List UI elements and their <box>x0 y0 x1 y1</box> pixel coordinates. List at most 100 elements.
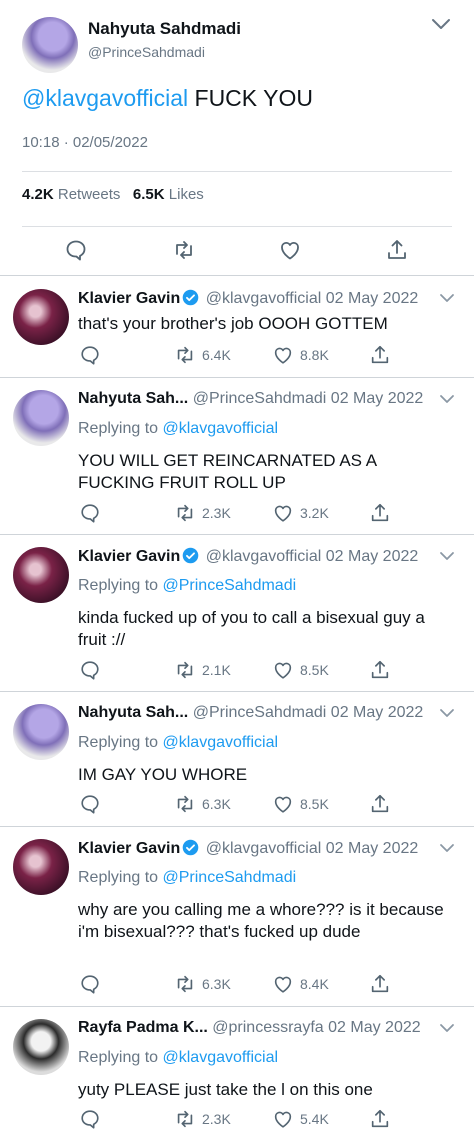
share-icon[interactable] <box>369 1108 391 1130</box>
avatar[interactable] <box>13 547 69 603</box>
like-icon[interactable] <box>272 344 294 366</box>
avatar[interactable] <box>13 839 69 895</box>
replying-to-link[interactable]: @PrinceSahdmadi <box>163 869 297 886</box>
author-handle[interactable]: @PrinceSahdmadi <box>88 44 205 60</box>
retweet-icon[interactable] <box>174 344 196 366</box>
tweet-stats: 4.2K Retweets 6.5K Likes <box>22 186 204 203</box>
author-handle[interactable]: @klavgavofficial <box>206 290 322 307</box>
retweet-count: 6.4K <box>202 347 231 363</box>
share-icon[interactable] <box>369 659 391 681</box>
like-icon[interactable] <box>272 1108 294 1130</box>
reply-icon[interactable] <box>79 973 101 995</box>
reply-actions: 2.1K 8.5K <box>0 659 474 683</box>
author-handle[interactable]: @princessrayfa <box>212 1019 323 1036</box>
share-icon[interactable] <box>385 238 409 262</box>
chevron-down-icon[interactable] <box>438 291 456 305</box>
reply-icon[interactable] <box>79 659 101 681</box>
replying-to-link[interactable]: @PrinceSahdmadi <box>163 577 297 594</box>
author-handle[interactable]: @klavgavofficial <box>206 840 322 857</box>
reply-date[interactable]: 02 May 2022 <box>326 548 419 565</box>
reply-header: Nahyuta Sah... @PrinceSahdmadi 02 May 20… <box>78 704 423 722</box>
like-icon[interactable] <box>272 659 294 681</box>
author-handle[interactable]: @PrinceSahdmadi <box>193 704 327 721</box>
like-count: 3.2K <box>300 505 329 521</box>
share-icon[interactable] <box>369 502 391 524</box>
share-icon[interactable] <box>369 793 391 815</box>
chevron-down-icon[interactable] <box>438 1021 456 1035</box>
reply-header: Klavier Gavin @klavgavofficial 02 May 20… <box>78 547 418 566</box>
reply-tweet[interactable]: Nahyuta Sah... @PrinceSahdmadi 02 May 20… <box>0 692 474 826</box>
retweet-icon[interactable] <box>174 973 196 995</box>
retweet-icon[interactable] <box>174 1108 196 1130</box>
like-icon[interactable] <box>278 238 302 262</box>
like-count: 5.4K <box>300 1111 329 1127</box>
replying-to-link[interactable]: @klavgavofficial <box>163 1049 279 1066</box>
avatar[interactable] <box>13 704 69 760</box>
author-handle[interactable]: @PrinceSahdmadi <box>193 390 327 407</box>
author-name[interactable]: Nahyuta Sah... <box>78 390 188 407</box>
likes-stat[interactable]: 6.5K Likes <box>133 186 204 203</box>
retweet-icon[interactable] <box>172 238 196 262</box>
reply-icon[interactable] <box>79 344 101 366</box>
chevron-down-icon[interactable] <box>438 392 456 406</box>
like-count: 8.5K <box>300 662 329 678</box>
like-icon[interactable] <box>272 502 294 524</box>
share-icon[interactable] <box>369 344 391 366</box>
reply-date[interactable]: 02 May 2022 <box>328 1019 421 1036</box>
tweet-timestamp[interactable]: 10:18 · 02/05/2022 <box>22 134 148 151</box>
reply-text: yuty PLEASE just take the l on this one <box>78 1080 373 1099</box>
reply-date[interactable]: 02 May 2022 <box>326 840 419 857</box>
chevron-down-icon[interactable] <box>438 841 456 855</box>
chevron-down-icon[interactable] <box>428 14 454 34</box>
replying-to-link[interactable]: @klavgavofficial <box>163 420 279 437</box>
author-name[interactable]: Klavier Gavin <box>78 548 180 565</box>
reply-tweet[interactable]: Klavier Gavin @klavgavofficial 02 May 20… <box>0 277 474 377</box>
verified-badge-icon <box>182 547 199 564</box>
avatar[interactable] <box>13 1019 69 1075</box>
reply-text: that's your brother's job OOOH GOTTEM <box>78 314 388 333</box>
like-count: 8.5K <box>300 796 329 812</box>
retweet-icon[interactable] <box>174 659 196 681</box>
reply-actions: 6.3K 8.4K <box>0 973 474 997</box>
like-icon[interactable] <box>272 973 294 995</box>
reply-tweet[interactable]: Rayfa Padma K... @princessrayfa 02 May 2… <box>0 1007 474 1143</box>
retweets-stat[interactable]: 4.2K Retweets <box>22 186 120 203</box>
replying-to: Replying to @klavgavofficial <box>78 1049 279 1066</box>
reply-icon[interactable] <box>79 502 101 524</box>
author-handle[interactable]: @klavgavofficial <box>206 548 322 565</box>
retweet-count: 6.3K <box>202 796 231 812</box>
mention-link[interactable]: @klavgavofficial <box>22 85 188 111</box>
like-count: 8.4K <box>300 976 329 992</box>
reply-icon[interactable] <box>64 238 88 262</box>
reply-tweet[interactable]: Klavier Gavin @klavgavofficial 02 May 20… <box>0 827 474 1006</box>
retweet-icon[interactable] <box>174 502 196 524</box>
author-name[interactable]: Nahyuta Sah... <box>78 704 188 721</box>
reply-tweet[interactable]: Klavier Gavin @klavgavofficial 02 May 20… <box>0 535 474 691</box>
verified-badge-icon <box>182 289 199 306</box>
reply-date[interactable]: 02 May 2022 <box>326 290 419 307</box>
chevron-down-icon[interactable] <box>438 706 456 720</box>
avatar[interactable] <box>22 17 78 73</box>
reply-icon[interactable] <box>79 793 101 815</box>
retweet-count: 2.3K <box>202 505 231 521</box>
author-name[interactable]: Rayfa Padma K... <box>78 1019 208 1036</box>
chevron-down-icon[interactable] <box>438 549 456 563</box>
avatar[interactable] <box>13 289 69 345</box>
reply-date[interactable]: 02 May 2022 <box>331 390 424 407</box>
reply-date[interactable]: 02 May 2022 <box>331 704 424 721</box>
main-tweet: Nahyuta Sahdmadi @PrinceSahdmadi @klavga… <box>0 0 474 275</box>
divider <box>0 275 474 276</box>
avatar[interactable] <box>13 390 69 446</box>
replying-to-link[interactable]: @klavgavofficial <box>163 734 279 751</box>
author-name[interactable]: Klavier Gavin <box>78 840 180 857</box>
like-icon[interactable] <box>272 793 294 815</box>
share-icon[interactable] <box>369 973 391 995</box>
author-name[interactable]: Klavier Gavin <box>78 290 180 307</box>
reply-icon[interactable] <box>79 1108 101 1130</box>
reply-text: kinda fucked up of you to call a bisexua… <box>78 608 425 649</box>
retweet-icon[interactable] <box>174 793 196 815</box>
author-name[interactable]: Nahyuta Sahdmadi <box>88 19 241 39</box>
reply-header: Rayfa Padma K... @princessrayfa 02 May 2… <box>78 1019 421 1037</box>
verified-badge-icon <box>182 839 199 856</box>
reply-tweet[interactable]: Nahyuta Sah... @PrinceSahdmadi 02 May 20… <box>0 378 474 534</box>
